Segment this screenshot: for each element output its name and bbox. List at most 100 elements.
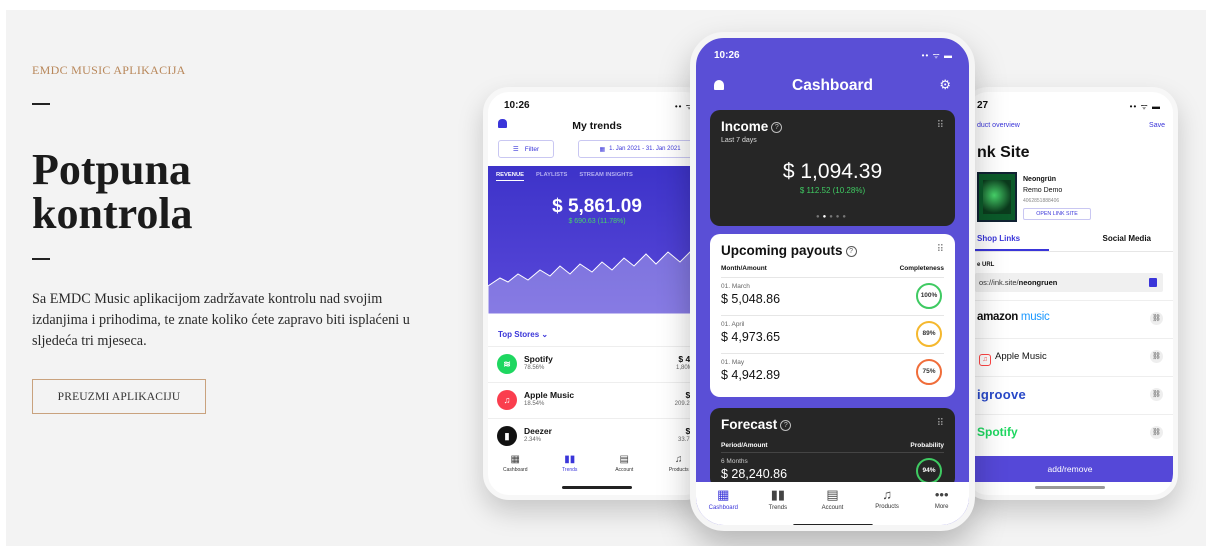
- divider-bottom: [32, 258, 50, 260]
- payout-row[interactable]: 01. March $ 5,048.86 100%: [721, 277, 944, 314]
- payout-date: 01. April: [721, 321, 745, 328]
- filter-button[interactable]: ☰ Filter: [498, 140, 554, 158]
- nav-label: Trends: [562, 467, 578, 473]
- store-name: Apple Music: [524, 390, 575, 400]
- spotify-icon: ≋: [497, 354, 517, 374]
- store-row[interactable]: ♫ Apple Music 18.54% $ 95 209.2k Str: [488, 382, 706, 418]
- probability-ring: 94%: [916, 458, 942, 484]
- link-icon[interactable]: ⛓: [1150, 426, 1163, 439]
- link-icon[interactable]: ⛓: [1150, 350, 1163, 363]
- carousel-pager[interactable]: ●●●●●: [710, 214, 955, 220]
- link-tabs: Shop Links Social Media: [967, 230, 1173, 252]
- apple-music-icon: ♫: [979, 354, 991, 366]
- link-row-amazon[interactable]: amazon music ⛓: [967, 300, 1173, 338]
- link-row-igroove[interactable]: igroove ⛓: [967, 376, 1173, 414]
- nav-more[interactable]: ••• More: [914, 482, 969, 518]
- income-period: Last 7 days: [721, 137, 757, 144]
- date-range-button[interactable]: ▦ 1. Jan 2021 - 31. Jan 2021: [578, 140, 702, 158]
- copy-icon[interactable]: [1149, 278, 1157, 287]
- home-indicator-area: [696, 518, 969, 525]
- help-icon[interactable]: ?: [845, 246, 857, 257]
- open-link-site-button[interactable]: OPEN LINK SITE: [1023, 208, 1091, 220]
- nav-account[interactable]: ▤ Account: [597, 454, 652, 484]
- link-row-apple-music[interactable]: ♫ Apple Music ⛓: [967, 338, 1173, 376]
- drag-handle-icon[interactable]: ⠿: [937, 120, 944, 131]
- chevron-down-icon: ⌄: [541, 330, 549, 339]
- tab-revenue[interactable]: REVENUE: [496, 172, 525, 181]
- tab-playlists[interactable]: PLAYLISTS: [536, 172, 567, 181]
- column-header: Period/Amount Probability: [721, 442, 944, 449]
- wallet-icon: ▤: [619, 454, 629, 465]
- payout-date: 01. March: [721, 283, 750, 290]
- nav-products[interactable]: ♫ Products: [860, 482, 915, 518]
- url-field[interactable]: os://ink.site/neongruen: [975, 273, 1163, 292]
- apple-music-icon: ♫: [497, 390, 517, 410]
- download-app-button[interactable]: PREUZMI APLIKACIJU: [32, 379, 206, 414]
- nav-trends[interactable]: ▮▮ Trends: [751, 482, 806, 518]
- tab-social-media[interactable]: Social Media: [1103, 234, 1151, 243]
- nav-label: Trends: [768, 505, 788, 511]
- payout-row[interactable]: 01. May $ 4,942.89 75%: [721, 353, 944, 390]
- music-wordmark: music: [1018, 311, 1050, 323]
- link-row-spotify[interactable]: Spotify ⛓: [967, 414, 1173, 452]
- nav-cashboard[interactable]: ▦ Cashboard: [488, 454, 543, 484]
- store-name: Deezer: [524, 426, 552, 436]
- filter-icon: ☰: [512, 146, 519, 153]
- tab-shop-links[interactable]: Shop Links: [977, 234, 1020, 243]
- dashboard-icon: ▦: [717, 487, 730, 502]
- store-row[interactable]: ≋ Spotify 78.56% $ 4,06 1,80M Str: [488, 346, 706, 382]
- screen-title: My trends: [572, 120, 622, 132]
- revenue-tabs: REVENUE PLAYLISTS STREAM INSIGHTS: [496, 172, 633, 181]
- help-icon[interactable]: ?: [771, 122, 783, 133]
- album-cover: [977, 172, 1017, 222]
- screen-title: nk Site: [977, 144, 1030, 161]
- nav-label: Cashboard: [503, 467, 528, 473]
- top-stores-dropdown[interactable]: Top Stores ⌄: [498, 330, 548, 339]
- nav-account[interactable]: ▤ Account: [805, 482, 860, 518]
- revenue-sparkline: [488, 249, 706, 314]
- home-indicator: [562, 486, 632, 489]
- link-icon[interactable]: ⛓: [1150, 388, 1163, 401]
- nav-trends[interactable]: ▮▮ Trends: [543, 454, 598, 484]
- calendar-icon: ▦: [599, 146, 606, 153]
- screen-title: Cashboard: [792, 77, 873, 94]
- hero-description: Sa EMDC Music aplikacijom zadržavate kon…: [32, 291, 410, 349]
- filter-label: Filter: [524, 145, 540, 153]
- revenue-amount: $ 5,861.09: [552, 196, 642, 217]
- add-remove-button[interactable]: add/remove: [967, 456, 1173, 482]
- completeness-ring: 100%: [916, 283, 942, 309]
- gear-icon[interactable]: ⚙: [939, 77, 951, 93]
- help-icon[interactable]: ?: [780, 420, 792, 431]
- revenue-panel: REVENUE PLAYLISTS STREAM INSIGHTS $ 5,86…: [488, 166, 706, 314]
- back-link[interactable]: duct overview: [977, 122, 1020, 129]
- drag-handle-icon[interactable]: ⠿: [937, 244, 944, 255]
- home-indicator: [792, 524, 873, 525]
- store-share: 2.34%: [524, 437, 542, 443]
- nav-label: Products: [875, 504, 899, 510]
- income-change: $ 112.52 (10.28%): [799, 186, 866, 195]
- forecast-period: 6 Months: [721, 458, 748, 465]
- bottom-nav: ▦ Cashboard ▮▮ Trends ▤ Account ♫ Products •…: [696, 482, 969, 518]
- revenue-change: $ 690.63 (11.78%): [568, 218, 626, 225]
- store-share: 78.56%: [524, 365, 545, 371]
- drag-handle-icon[interactable]: ⠿: [937, 418, 944, 429]
- card-title: Upcoming payouts?: [721, 243, 857, 258]
- save-button[interactable]: Save: [1149, 122, 1165, 129]
- store-row[interactable]: ▮ Deezer 2.34% $ 12 33.7k Str: [488, 418, 706, 454]
- nav-label: More: [934, 504, 949, 510]
- card-title: Forecast?: [721, 417, 792, 432]
- completeness-ring: 75%: [916, 359, 942, 385]
- store-name: Spotify: [524, 354, 553, 364]
- nav-cashboard[interactable]: ▦ Cashboard: [696, 482, 751, 518]
- store-share: 18.54%: [524, 401, 545, 407]
- nav-label: Account: [821, 505, 844, 511]
- amazon-wordmark: amazon: [977, 311, 1019, 323]
- status-time: 27: [977, 100, 989, 111]
- payout-row[interactable]: 01. April $ 4,973.65 89%: [721, 315, 944, 352]
- bar-chart-icon: ▮▮: [770, 487, 786, 502]
- link-icon[interactable]: ⛓: [1150, 312, 1163, 325]
- artist-name: Neongrün: [1023, 176, 1057, 183]
- status-time: 10:26: [504, 100, 530, 111]
- tab-stream-insights[interactable]: STREAM INSIGHTS: [579, 172, 632, 181]
- top-bar: duct overview Save: [977, 122, 1165, 129]
